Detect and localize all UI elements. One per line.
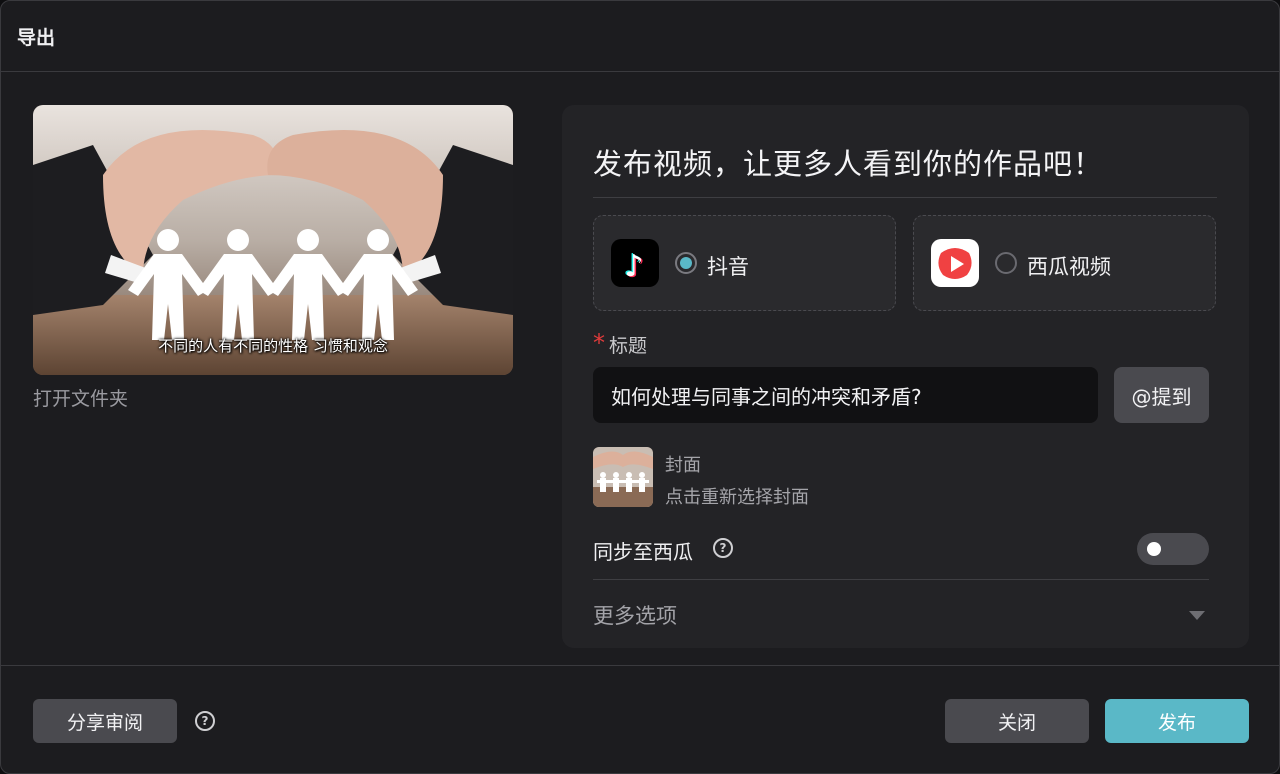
douyin-radio[interactable] [675, 252, 697, 274]
xigua-radio[interactable] [995, 252, 1017, 274]
platform-option-douyin[interactable]: ♪ ♪ ♪ 抖音 [593, 215, 896, 311]
title-label: 标题 [609, 335, 648, 357]
share-review-button[interactable]: 分享审阅 [33, 699, 177, 743]
chevron-down-icon[interactable] [1189, 611, 1205, 620]
divider [1, 665, 1279, 666]
video-preview: 不同的人有不同的性格 习惯和观念 [33, 105, 513, 375]
publish-panel: 发布视频，让更多人看到你的作品吧！ ♪ ♪ ♪ 抖音 西瓜视频 * 标题 如何处… [562, 105, 1249, 648]
toggle-knob [1147, 542, 1161, 556]
required-mark: * [593, 329, 605, 357]
sync-xigua-toggle[interactable] [1137, 533, 1209, 565]
platform-option-xigua[interactable]: 西瓜视频 [913, 215, 1216, 311]
publish-heading: 发布视频，让更多人看到你的作品吧！ [593, 147, 1104, 181]
xigua-logo-icon [931, 239, 979, 287]
video-subtitle: 不同的人有不同的性格 习惯和观念 [158, 337, 388, 355]
more-options[interactable]: 更多选项 [593, 600, 677, 630]
close-button[interactable]: 关闭 [945, 699, 1089, 743]
mention-button[interactable]: @提到 [1114, 367, 1209, 423]
help-icon[interactable]: ? [713, 538, 733, 558]
open-folder-link[interactable]: 打开文件夹 [33, 384, 128, 411]
platform-name-xigua: 西瓜视频 [1027, 255, 1111, 279]
divider [593, 579, 1209, 580]
platform-name-douyin: 抖音 [707, 255, 749, 279]
svg-text:♪: ♪ [625, 249, 644, 284]
publish-button[interactable]: 发布 [1105, 699, 1249, 743]
cover-label: 封面 [665, 455, 701, 476]
divider [593, 197, 1217, 198]
douyin-logo-icon: ♪ ♪ ♪ [611, 239, 659, 287]
help-icon[interactable]: ? [195, 711, 215, 731]
cover-thumbnail[interactable] [593, 447, 653, 507]
titlebar: 导出 [1, 1, 1279, 72]
dialog-title: 导出 [17, 27, 56, 49]
sync-xigua-label: 同步至西瓜 [593, 540, 693, 564]
title-input[interactable] [593, 367, 1098, 423]
export-dialog: 导出 不同的人有不同的性格 习惯和观念 打开文件夹 发布视频，让更多人看到你的作… [0, 0, 1280, 774]
cover-reselect-link[interactable]: 点击重新选择封面 [665, 483, 809, 509]
